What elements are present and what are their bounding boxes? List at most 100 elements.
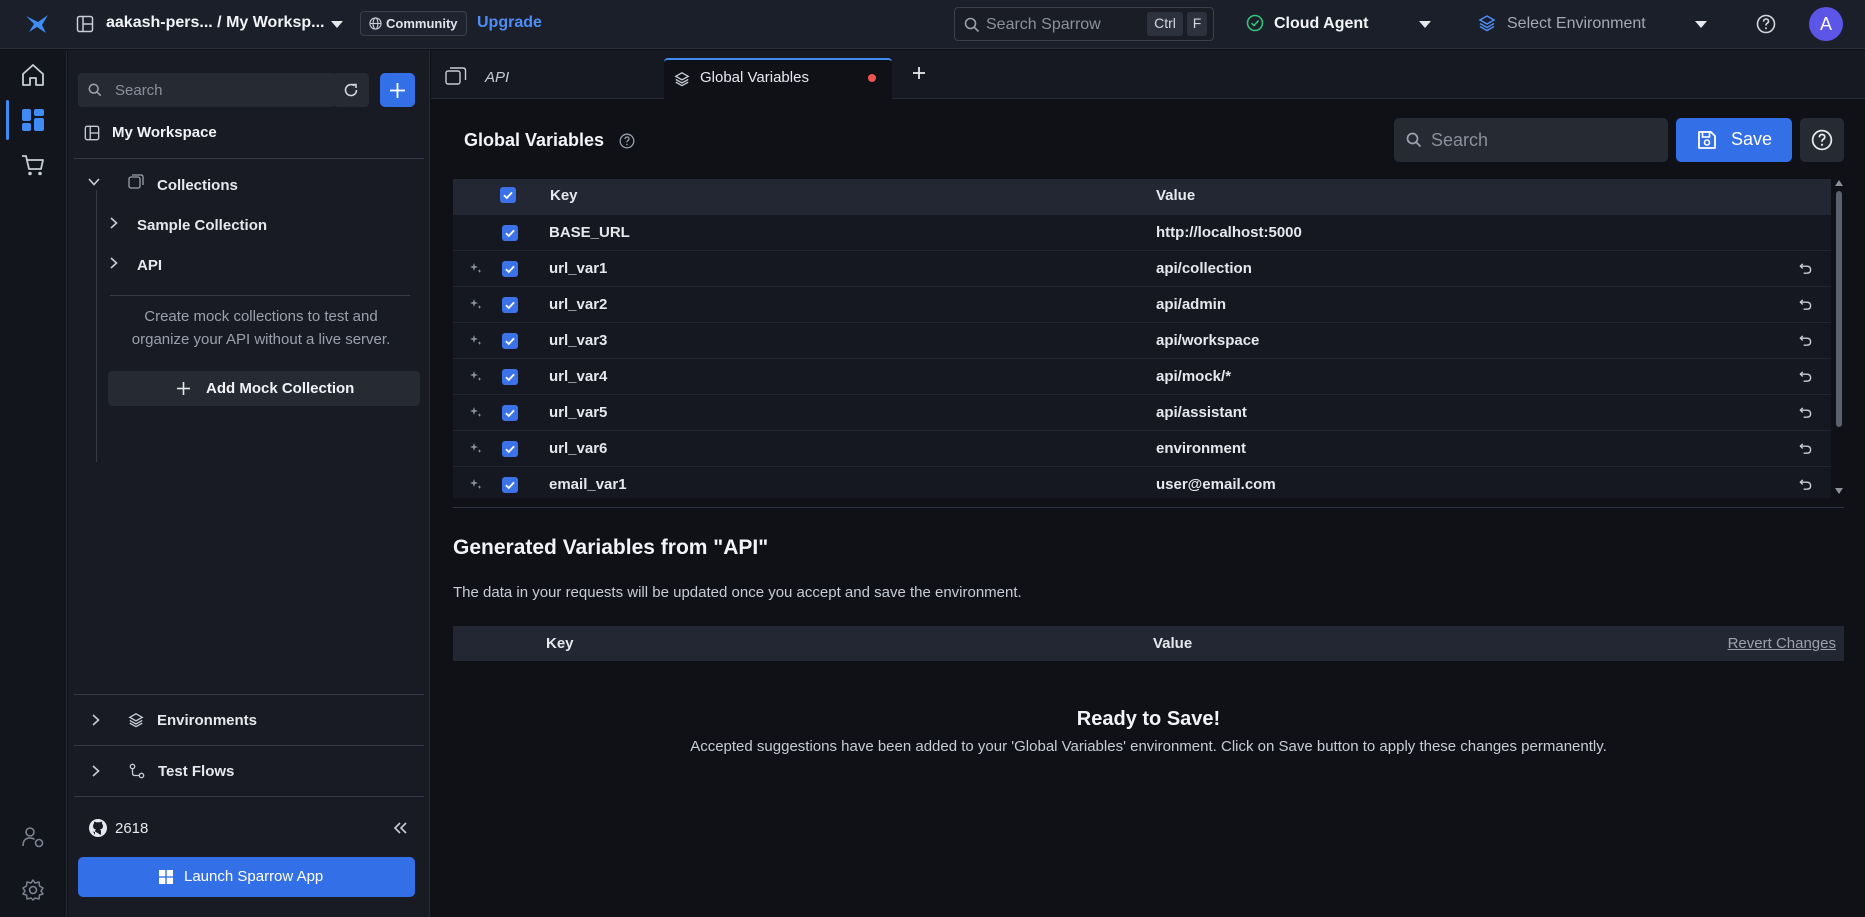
variables-search-input[interactable]: Search	[1394, 118, 1668, 162]
sidebar-search-input[interactable]: Search	[78, 73, 335, 107]
row-checkbox[interactable]	[502, 333, 518, 349]
chevron-right-icon[interactable]	[92, 714, 100, 726]
variable-key[interactable]: url_var1	[549, 260, 607, 277]
table-scrollbar[interactable]	[1833, 179, 1845, 498]
table-row[interactable]: url_var5 api/assistant	[453, 394, 1831, 430]
help-button[interactable]	[1800, 118, 1844, 162]
marketplace-cart-icon[interactable]	[20, 152, 46, 178]
row-checkbox[interactable]	[502, 441, 518, 457]
collapse-sidebar-icon[interactable]	[393, 822, 407, 834]
help-icon	[1811, 129, 1833, 151]
scroll-down-icon[interactable]	[1834, 487, 1844, 495]
shortcut-f: F	[1187, 12, 1207, 36]
variable-value[interactable]: api/assistant	[1156, 404, 1247, 421]
workspace-dropdown-icon[interactable]	[330, 20, 344, 29]
variable-value[interactable]: api/workspace	[1156, 332, 1259, 349]
collections-label[interactable]: Collections	[157, 177, 238, 194]
scroll-thumb[interactable]	[1836, 191, 1842, 427]
upgrade-link[interactable]: Upgrade	[477, 14, 542, 32]
agent-dropdown-icon[interactable]	[1418, 20, 1432, 29]
table-row[interactable]: url_var2 api/admin	[453, 286, 1831, 322]
workspace-path[interactable]: aakash-pers... / My Worksp...	[106, 14, 324, 32]
row-checkbox[interactable]	[502, 369, 518, 385]
variable-value[interactable]: api/mock/*	[1156, 368, 1231, 385]
variable-key[interactable]: BASE_URL	[549, 224, 630, 241]
sparkle-suggestion-icon[interactable]	[470, 262, 482, 274]
chevron-right-icon[interactable]	[110, 257, 118, 269]
sparkle-suggestion-icon[interactable]	[470, 406, 482, 418]
tab-global-variables[interactable]: Global Variables	[664, 58, 892, 99]
variable-key[interactable]: url_var6	[549, 440, 607, 457]
variable-key[interactable]: email_var1	[549, 476, 627, 493]
environment-selector[interactable]: Select Environment	[1507, 15, 1646, 33]
variable-value[interactable]: environment	[1156, 440, 1246, 457]
chevron-right-icon[interactable]	[110, 217, 118, 229]
collection-item-api[interactable]: API	[137, 257, 162, 274]
table-row[interactable]: url_var3 api/workspace	[453, 322, 1831, 358]
add-mock-collection-button[interactable]: Add Mock Collection	[108, 371, 420, 406]
generated-column-key: Key	[546, 635, 574, 652]
sparkle-suggestion-icon[interactable]	[470, 442, 482, 454]
collection-item-sample[interactable]: Sample Collection	[137, 217, 267, 234]
testflows-label[interactable]: Test Flows	[158, 763, 234, 780]
table-row[interactable]: url_var6 environment	[453, 430, 1831, 466]
variable-value[interactable]: http://localhost:5000	[1156, 224, 1302, 241]
row-checkbox[interactable]	[502, 261, 518, 277]
tab-api[interactable]: API	[431, 50, 664, 99]
undo-icon[interactable]	[1799, 262, 1812, 275]
scroll-up-icon[interactable]	[1834, 179, 1844, 187]
global-search[interactable]: Search Sparrow Ctrl F	[954, 7, 1214, 41]
team-settings-icon[interactable]	[21, 825, 45, 849]
workspace-name[interactable]: My Workspace	[112, 124, 217, 141]
chevron-down-icon[interactable]	[88, 178, 100, 186]
variable-value[interactable]: api/admin	[1156, 296, 1226, 313]
undo-icon[interactable]	[1799, 370, 1812, 383]
undo-icon[interactable]	[1799, 298, 1812, 311]
variable-key[interactable]: url_var2	[549, 296, 607, 313]
sparkle-suggestion-icon[interactable]	[470, 478, 482, 490]
variable-key[interactable]: url_var4	[549, 368, 607, 385]
agent-label[interactable]: Cloud Agent	[1274, 15, 1369, 33]
sparkle-suggestion-icon[interactable]	[470, 370, 482, 382]
select-all-checkbox[interactable]	[500, 187, 516, 203]
row-checkbox[interactable]	[502, 477, 518, 493]
variable-key[interactable]: url_var5	[549, 404, 607, 421]
refresh-button[interactable]	[333, 73, 369, 107]
sparkle-suggestion-icon[interactable]	[470, 334, 482, 346]
sparrow-logo-icon[interactable]	[24, 13, 50, 35]
undo-icon[interactable]	[1799, 442, 1812, 455]
chevron-right-icon[interactable]	[92, 765, 100, 777]
undo-icon[interactable]	[1799, 334, 1812, 347]
table-row[interactable]: BASE_URL http://localhost:5000	[453, 214, 1831, 250]
undo-icon[interactable]	[1799, 406, 1812, 419]
table-row[interactable]: url_var1 api/collection	[453, 250, 1831, 286]
user-avatar[interactable]: A	[1809, 7, 1843, 41]
row-checkbox[interactable]	[502, 297, 518, 313]
undo-icon[interactable]	[1799, 478, 1812, 491]
row-checkbox[interactable]	[502, 225, 518, 241]
environments-label[interactable]: Environments	[157, 712, 257, 729]
github-icon[interactable]	[88, 818, 108, 838]
environment-dropdown-icon[interactable]	[1694, 20, 1708, 29]
settings-gear-icon[interactable]	[21, 878, 45, 902]
save-button[interactable]: Save	[1676, 118, 1792, 162]
launch-app-button[interactable]: Launch Sparrow App	[78, 857, 415, 897]
help-icon[interactable]	[1756, 14, 1776, 34]
tab-api-label: API	[485, 69, 510, 86]
home-icon[interactable]	[20, 62, 46, 88]
add-button[interactable]	[380, 73, 415, 107]
workspace-icon	[84, 125, 100, 141]
unsaved-dot	[868, 74, 876, 82]
table-row[interactable]: url_var4 api/mock/*	[453, 358, 1831, 394]
info-help-icon[interactable]	[619, 133, 635, 149]
variable-key[interactable]: url_var3	[549, 332, 607, 349]
variable-value[interactable]: user@email.com	[1156, 476, 1276, 493]
new-tab-plus-icon[interactable]	[912, 66, 926, 80]
collections-nav-icon[interactable]	[21, 108, 45, 132]
variable-value[interactable]: api/collection	[1156, 260, 1252, 277]
table-row[interactable]: email_var1 user@email.com	[453, 466, 1831, 498]
revert-changes-link[interactable]: Revert Changes	[1728, 635, 1836, 652]
row-checkbox[interactable]	[502, 405, 518, 421]
variables-search-placeholder: Search	[1431, 130, 1489, 150]
sparkle-suggestion-icon[interactable]	[470, 298, 482, 310]
